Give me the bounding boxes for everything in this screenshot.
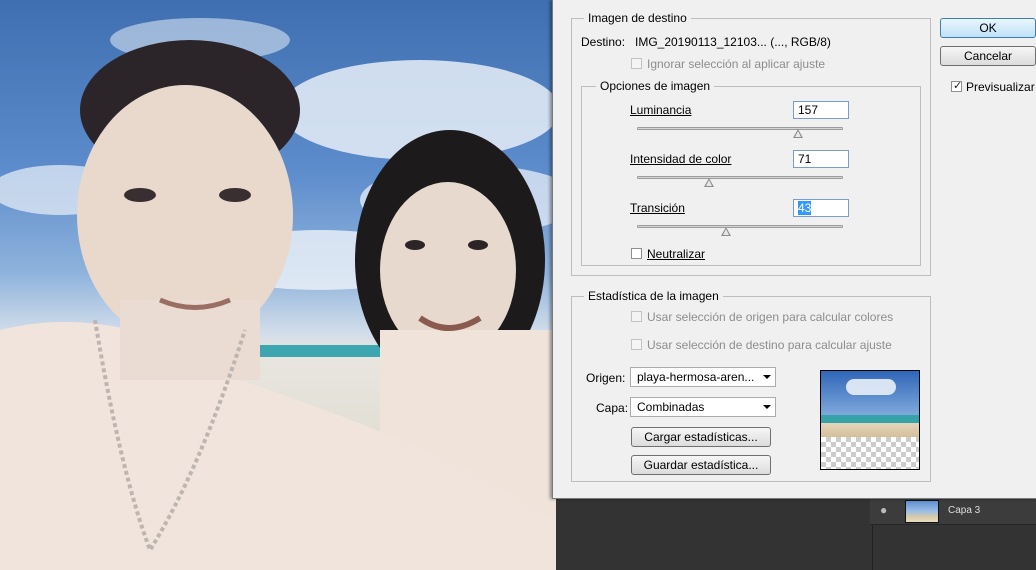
luminance-input[interactable]: 157: [793, 101, 849, 119]
use-target-selection-checkbox[interactable]: [631, 339, 642, 350]
luminance-slider-thumb[interactable]: [793, 129, 804, 138]
luminance-slider-track[interactable]: [637, 127, 843, 130]
image-statistics-legend: Estadística de la imagen: [584, 289, 723, 303]
color-intensity-slider-track[interactable]: [637, 176, 843, 179]
source-dropdown[interactable]: playa-hermosa-aren...: [630, 367, 776, 387]
luminance-label-text: Luminancia: [630, 103, 692, 117]
destination-label: Destino:: [581, 35, 626, 49]
color-intensity-label-text: Intensidad de color: [630, 152, 732, 166]
transition-label: Transición: [630, 201, 685, 215]
neutralize-label-text: Neutralizar: [647, 247, 706, 261]
transition-input[interactable]: 43: [793, 199, 849, 217]
transition-value: 43: [798, 201, 812, 215]
transition-label-text: Transición: [630, 201, 685, 215]
chevron-down-icon: [763, 375, 771, 379]
destination-value: IMG_20190113_12103... (..., RGB/8): [635, 35, 831, 49]
luminance-label: Luminancia: [630, 103, 691, 117]
ignore-selection-checkbox[interactable]: [631, 58, 642, 69]
layer-thumbnail: [905, 500, 939, 523]
layer-label: Capa:: [596, 401, 629, 415]
source-dropdown-value: playa-hermosa-aren...: [637, 370, 755, 384]
load-statistics-button[interactable]: Cargar estadísticas...: [631, 427, 771, 447]
photo-illustration: [0, 18, 556, 570]
layer-dropdown[interactable]: Combinadas: [630, 397, 776, 417]
chevron-down-icon: [763, 405, 771, 409]
background-photo: [0, 0, 556, 570]
neutralize-label: Neutralizar: [647, 247, 705, 261]
layer-name: Capa 3: [948, 505, 981, 516]
use-target-selection-label: Usar selección de destino para calcular …: [647, 338, 892, 352]
cancel-button[interactable]: Cancelar: [940, 46, 1036, 66]
target-image-legend: Imagen de destino: [584, 11, 691, 25]
use-source-selection-checkbox[interactable]: [631, 311, 642, 322]
color-intensity-slider-thumb[interactable]: [704, 178, 715, 187]
color-intensity-value: 71: [798, 152, 812, 166]
ignore-selection-label: Ignorar selección al aplicar ajuste: [647, 57, 826, 71]
neutralize-checkbox[interactable]: [631, 248, 642, 259]
use-source-selection-label: Usar selección de origen para calcular c…: [647, 310, 894, 324]
transition-slider-thumb[interactable]: [720, 227, 731, 236]
checkmark-icon: ✓: [953, 80, 963, 92]
transition-slider-track[interactable]: [637, 225, 843, 228]
source-label: Origen:: [586, 371, 626, 385]
save-statistics-button[interactable]: Guardar estadística...: [631, 455, 771, 475]
ok-button[interactable]: OK: [940, 18, 1036, 38]
eye-icon[interactable]: ●: [880, 503, 887, 517]
luminance-value: 157: [798, 103, 819, 117]
image-options-legend: Opciones de imagen: [596, 79, 715, 93]
source-preview-thumbnail: [820, 370, 920, 470]
color-intensity-label: Intensidad de color: [630, 152, 731, 166]
match-color-dialog: Imagen de destino Destino: IMG_20190113_…: [552, 0, 1036, 499]
preview-label: Previsualizar: [966, 80, 1035, 94]
color-intensity-input[interactable]: 71: [793, 150, 849, 168]
layer-dropdown-value: Combinadas: [637, 400, 705, 414]
preview-checkbox[interactable]: ✓: [951, 80, 963, 92]
